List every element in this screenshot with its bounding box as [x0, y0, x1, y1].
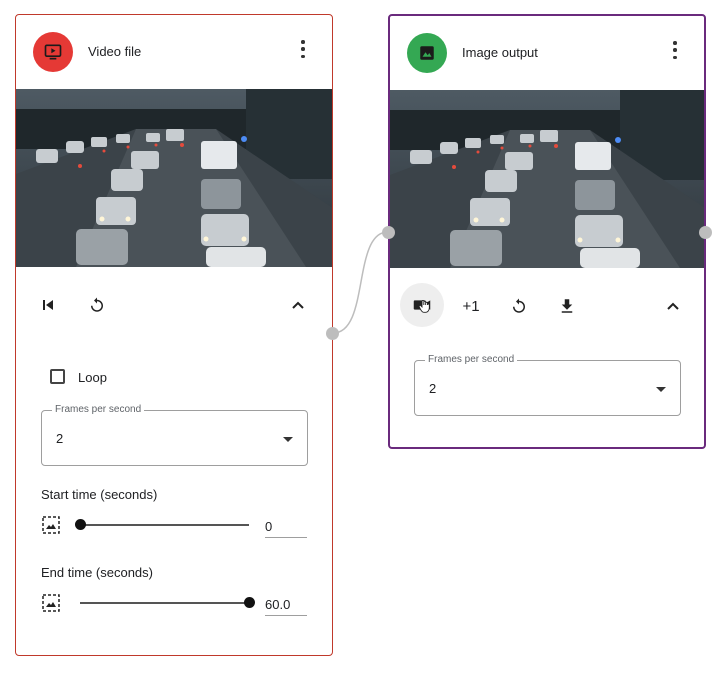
dropdown-caret-icon — [283, 437, 293, 442]
restart-icon[interactable] — [508, 295, 530, 317]
loop-checkbox[interactable] — [50, 369, 65, 384]
start-time-slider-thumb[interactable] — [75, 519, 86, 530]
video-file-node[interactable]: Video file Loop Frames per second 2 Star… — [15, 14, 333, 656]
output-port[interactable] — [699, 226, 712, 239]
image-frame-icon[interactable] — [41, 593, 61, 613]
chevron-up-icon[interactable] — [288, 295, 308, 315]
increment-button[interactable]: +1 — [456, 295, 486, 317]
node-title: Image output — [462, 45, 538, 60]
end-time-input[interactable] — [265, 593, 307, 616]
input-port[interactable] — [382, 226, 395, 239]
output-port[interactable] — [326, 327, 339, 340]
end-time-slider-track[interactable] — [80, 602, 249, 604]
node-title: Video file — [88, 44, 142, 59]
dropdown-caret-icon — [656, 387, 666, 392]
skip-to-start-icon[interactable] — [38, 295, 58, 315]
loop-label: Loop — [78, 370, 107, 385]
fps-select-legend: Frames per second — [425, 354, 518, 366]
start-time-label: Start time (seconds) — [41, 487, 158, 502]
image-output-node[interactable]: Image output +1 Frames per second 2 — [388, 14, 706, 449]
start-time-input[interactable] — [265, 515, 307, 538]
more-options-icon[interactable] — [298, 39, 308, 59]
start-time-slider-track[interactable] — [80, 524, 249, 526]
restart-icon[interactable] — [86, 294, 108, 316]
fps-select-legend: Frames per second — [52, 404, 145, 416]
fps-select-value: 2 — [56, 431, 64, 446]
video-play-icon — [33, 32, 73, 72]
end-time-label: End time (seconds) — [41, 565, 153, 580]
image-frame-icon[interactable] — [41, 515, 61, 535]
fps-select[interactable]: Frames per second 2 — [41, 404, 308, 466]
chevron-up-icon[interactable] — [663, 296, 683, 316]
node-header: Image output — [390, 16, 704, 90]
download-icon[interactable] — [556, 295, 578, 317]
fps-select-value: 2 — [429, 381, 437, 396]
image-preview — [390, 90, 704, 268]
node-header: Video file — [16, 15, 332, 89]
image-icon — [407, 33, 447, 73]
more-options-icon[interactable] — [670, 40, 680, 60]
end-time-slider-thumb[interactable] — [244, 597, 255, 608]
video-preview — [16, 89, 332, 267]
capture-icon[interactable] — [400, 283, 444, 327]
fps-select[interactable]: Frames per second 2 — [414, 354, 681, 416]
